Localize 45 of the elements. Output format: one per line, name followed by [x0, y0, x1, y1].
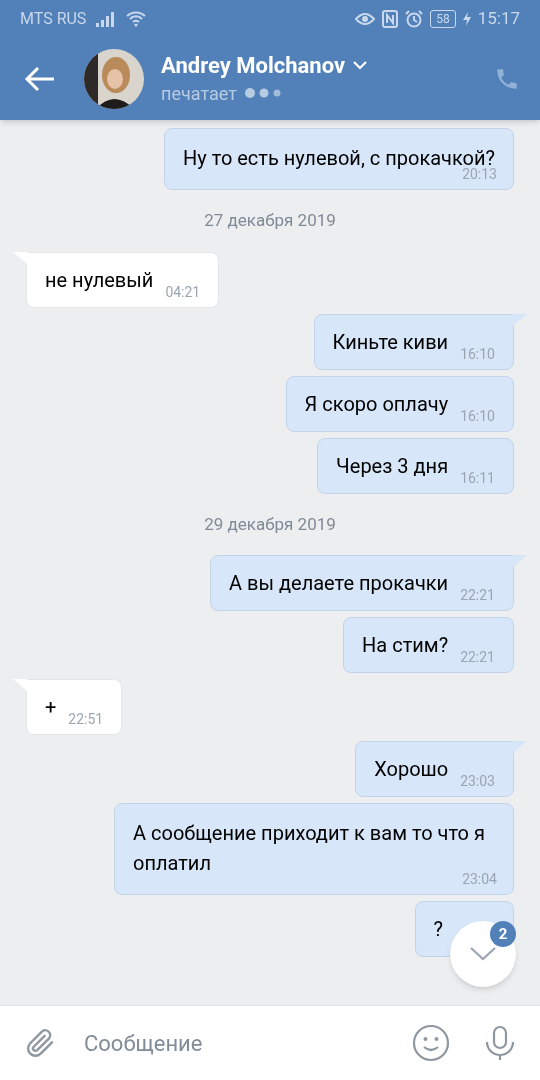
- carrier-name: MTS RUS: [20, 8, 87, 30]
- message-time: 16:11: [460, 470, 495, 485]
- avatar[interactable]: [84, 49, 144, 109]
- nfc-icon: [382, 10, 399, 28]
- message-time: 22:51: [68, 712, 104, 726]
- wifi-icon: [126, 11, 147, 27]
- message-text: ?: [433, 916, 443, 943]
- message-time: 22:21: [460, 650, 495, 664]
- message-text: Киньте киви: [332, 328, 449, 356]
- message-text: Через 3 дня: [336, 452, 449, 480]
- message-time: 22:21: [460, 588, 495, 602]
- microphone-icon[interactable]: [484, 1025, 516, 1061]
- contact-name[interactable]: Andrey Molchanov: [161, 51, 346, 80]
- charging-icon: [462, 12, 471, 26]
- paperclip-icon[interactable]: [24, 1026, 56, 1060]
- chevron-down-icon: [470, 947, 496, 961]
- emoji-icon[interactable]: [412, 1024, 450, 1062]
- message-time: 16:10: [460, 346, 495, 361]
- scroll-down-button[interactable]: 2: [450, 921, 516, 987]
- signal-icon: [96, 11, 117, 27]
- message-text: Я скоро оплачу: [304, 390, 449, 418]
- date-separator: 29 декабря 2019: [204, 512, 336, 536]
- message-time: 23:03: [460, 774, 495, 788]
- message-text: Хорошо: [374, 756, 449, 783]
- clock-time: 15:17: [477, 7, 520, 31]
- message-text: А вы делаете прокачки: [229, 570, 449, 597]
- typing-dots-icon: [244, 88, 283, 98]
- typing-status: печатает: [161, 81, 237, 106]
- message-time: 04:21: [165, 284, 201, 299]
- battery-level: 58: [430, 10, 456, 28]
- alarm-icon: [405, 10, 424, 28]
- date-separator: 27 декабря 2019: [204, 209, 336, 232]
- unread-badge: 2: [490, 921, 516, 947]
- chevron-down-icon[interactable]: [353, 61, 368, 70]
- message-text: не нулевый: [45, 266, 154, 294]
- message-time: 16:10: [460, 408, 495, 423]
- back-arrow-icon[interactable]: [24, 66, 56, 92]
- message-text: Ну то есть нулевой, с прокачкой?: [183, 146, 495, 170]
- message-text: +: [45, 694, 57, 721]
- eye-icon: [355, 12, 376, 26]
- message-text: На стим?: [362, 632, 449, 659]
- message-input[interactable]: Сообщение: [84, 1026, 412, 1060]
- message-time: 23:04: [461, 872, 497, 886]
- message-time: 20:13: [462, 167, 497, 181]
- phone-icon[interactable]: [494, 66, 520, 92]
